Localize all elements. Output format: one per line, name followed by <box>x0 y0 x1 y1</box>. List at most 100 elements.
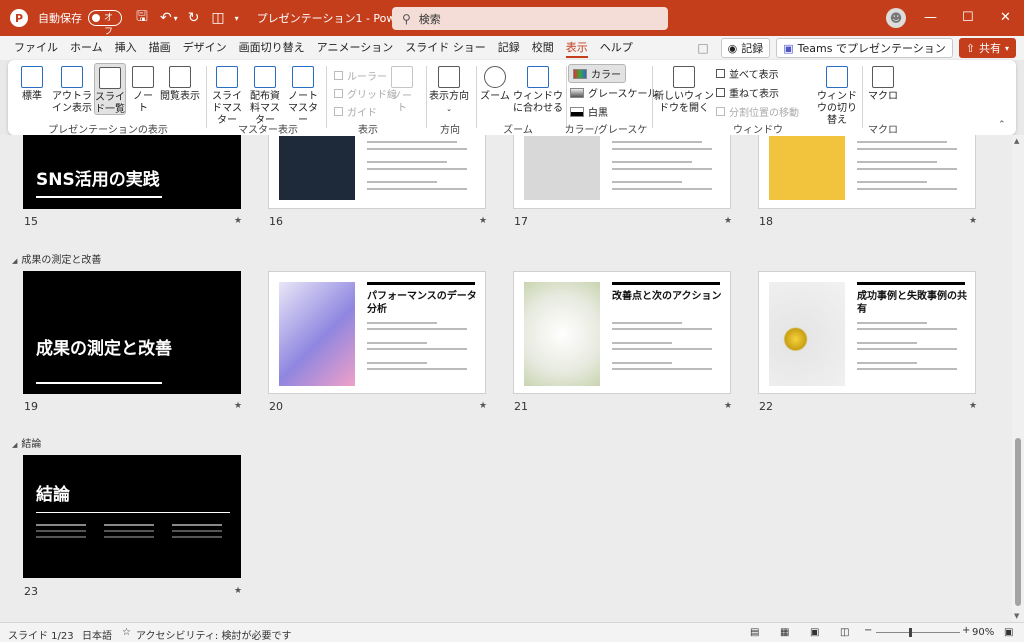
group-label-zoom: ズーム <box>503 125 533 136</box>
zoom-slider[interactable] <box>876 632 960 633</box>
slide-thumb-21[interactable]: 改善点と次のアクション <box>513 271 731 394</box>
tab-record[interactable]: 記録 <box>492 36 526 60</box>
normal-view-status-icon[interactable]: ▤ <box>750 627 759 638</box>
fit-to-window-icon <box>527 66 549 88</box>
notes-master-button[interactable]: ノートマスター <box>286 66 320 127</box>
gridlines-checkbox[interactable]: グリッド線 <box>334 86 397 101</box>
slide-number: 20 <box>269 400 283 413</box>
color-button[interactable]: カラー <box>568 64 626 83</box>
minimize-icon[interactable]: — <box>924 10 937 25</box>
switch-windows-icon <box>826 66 848 88</box>
teams-present-button[interactable]: ▣ Teams でプレゼンテーション <box>776 38 953 58</box>
customize-qat-icon[interactable]: ▾ <box>235 14 239 23</box>
macros-button[interactable]: マクロ <box>868 66 898 103</box>
section-header-measure[interactable]: ◢ 成果の測定と改善 <box>12 251 101 266</box>
tab-draw[interactable]: 描画 <box>143 36 177 60</box>
zoom-button[interactable]: ズーム <box>480 66 510 103</box>
tab-insert[interactable]: 挿入 <box>109 36 143 60</box>
tab-view[interactable]: 表示 <box>560 36 594 60</box>
maximize-icon[interactable]: ☐ <box>962 10 974 25</box>
notes-page-icon <box>132 66 154 88</box>
guides-checkbox[interactable]: ガイド <box>334 104 377 119</box>
grayscale-button[interactable]: グレースケール <box>570 85 658 100</box>
handout-master-button[interactable]: 配布資料マスター <box>246 66 284 127</box>
close-icon[interactable]: ✕ <box>1000 10 1011 25</box>
black-white-button[interactable]: 白黒 <box>570 104 608 119</box>
tab-animations[interactable]: アニメーション <box>311 36 400 60</box>
save-icon[interactable]: 🖫 <box>136 6 148 30</box>
new-window-icon <box>673 66 695 88</box>
reading-view-button[interactable]: 閲覧表示 <box>158 66 202 103</box>
tab-help[interactable]: ヘルプ <box>594 36 639 60</box>
normal-view-button[interactable]: 標準 <box>16 66 48 103</box>
slide-thumb-22[interactable]: 成功事例と失敗事例の共有 <box>758 271 976 394</box>
comment-icon[interactable]: □ <box>697 41 708 55</box>
slideshow-status-icon[interactable]: ◫ <box>840 627 849 638</box>
slide-thumb-19[interactable]: 成果の測定と改善 <box>23 271 241 394</box>
group-label-show: 表示 <box>358 125 378 136</box>
teams-icon: ▣ <box>783 41 794 55</box>
slide-image <box>524 282 600 386</box>
fit-to-window-button[interactable]: ウィンドウに合わせる <box>512 66 564 115</box>
animation-star-icon: ★ <box>479 401 488 411</box>
present-icon[interactable]: ◫ <box>211 10 224 26</box>
new-window-button[interactable]: 新しいウィンドウを開く <box>654 66 714 115</box>
animation-star-icon: ★ <box>724 401 733 411</box>
tab-design[interactable]: デザイン <box>177 36 233 60</box>
share-button[interactable]: ⇧ 共有 ▾ <box>958 38 1016 58</box>
group-label-master: マスター表示 <box>238 125 298 136</box>
collapse-ribbon-icon[interactable]: ⌃ <box>998 120 1006 130</box>
accessibility-status[interactable]: アクセシビリティ: 検討が必要です <box>136 627 291 642</box>
scroll-down-icon[interactable]: ▼ <box>1014 612 1019 620</box>
redo-icon[interactable]: ↻ <box>188 10 200 26</box>
slide-sorter-button[interactable]: スライド一覧 <box>94 63 126 115</box>
slide-thumb-17[interactable] <box>513 135 731 209</box>
arrange-all-button[interactable]: 並べて表示 <box>716 66 779 81</box>
slide-image <box>769 136 845 200</box>
section-header-conclusion[interactable]: ◢ 結論 <box>12 435 41 450</box>
switch-windows-button[interactable]: ウィンドウの切り替え <box>814 66 860 127</box>
notes-page-button[interactable]: ノート <box>130 66 156 115</box>
outline-view-button[interactable]: アウトライン表示 <box>50 66 94 115</box>
tab-transitions[interactable]: 画面切り替え <box>233 36 311 60</box>
zoom-out-icon[interactable]: − <box>864 625 872 636</box>
zoom-level[interactable]: 90% <box>972 627 994 638</box>
slide-image <box>769 282 845 386</box>
notes-pane-button[interactable]: ノート <box>390 66 414 115</box>
vertical-scrollbar[interactable]: ▲ ▼ <box>1012 135 1024 622</box>
cascade-button[interactable]: 重ねて表示 <box>716 85 779 100</box>
slide-thumb-16[interactable] <box>268 135 486 209</box>
move-split-button[interactable]: 分割位置の移動 <box>716 104 799 119</box>
slide-thumb-20[interactable]: パフォーマンスのデータ分析 <box>268 271 486 394</box>
slide-number: 15 <box>24 215 38 228</box>
undo-dropdown-icon[interactable]: ▾ <box>174 14 178 23</box>
slide-thumb-18[interactable] <box>758 135 976 209</box>
record-button[interactable]: ◉ 記録 <box>720 38 771 58</box>
ruler-checkbox[interactable]: ルーラー <box>334 68 387 83</box>
slide-master-button[interactable]: スライドマスター <box>210 66 244 127</box>
slide-thumb-23[interactable]: 結論 <box>23 455 241 578</box>
reading-view-status-icon[interactable]: ▣ <box>810 627 819 638</box>
scroll-up-icon[interactable]: ▲ <box>1014 137 1019 145</box>
tab-file[interactable]: ファイル <box>8 36 64 60</box>
zoom-slider-thumb[interactable] <box>909 628 912 637</box>
orientation-button[interactable]: 表示方向 ⌄ <box>428 66 470 115</box>
fit-slide-icon[interactable]: ▣ <box>1004 627 1013 638</box>
slide-sorter-status-icon[interactable]: ▦ <box>780 627 789 638</box>
tab-home[interactable]: ホーム <box>64 36 109 60</box>
slide-image <box>279 282 355 386</box>
scrollbar-thumb[interactable] <box>1015 438 1021 606</box>
autosave-toggle[interactable]: オフ <box>88 10 122 37</box>
outline-view-icon <box>61 66 83 88</box>
user-avatar[interactable]: ☻ <box>886 8 906 28</box>
search-box[interactable]: ⚲ 検索 <box>392 7 668 30</box>
undo-icon[interactable]: ↶ <box>160 10 172 26</box>
color-swatch-icon <box>573 68 587 79</box>
zoom-in-icon[interactable]: + <box>962 625 970 636</box>
slide-thumb-15[interactable]: SNS活用の実践 <box>23 135 241 209</box>
tab-slideshow[interactable]: スライド ショー <box>399 36 492 60</box>
autosave-label: 自動保存 <box>38 12 82 25</box>
language-status[interactable]: 日本語 <box>82 627 112 642</box>
tab-review[interactable]: 校閲 <box>526 36 560 60</box>
black-white-icon <box>570 106 584 117</box>
